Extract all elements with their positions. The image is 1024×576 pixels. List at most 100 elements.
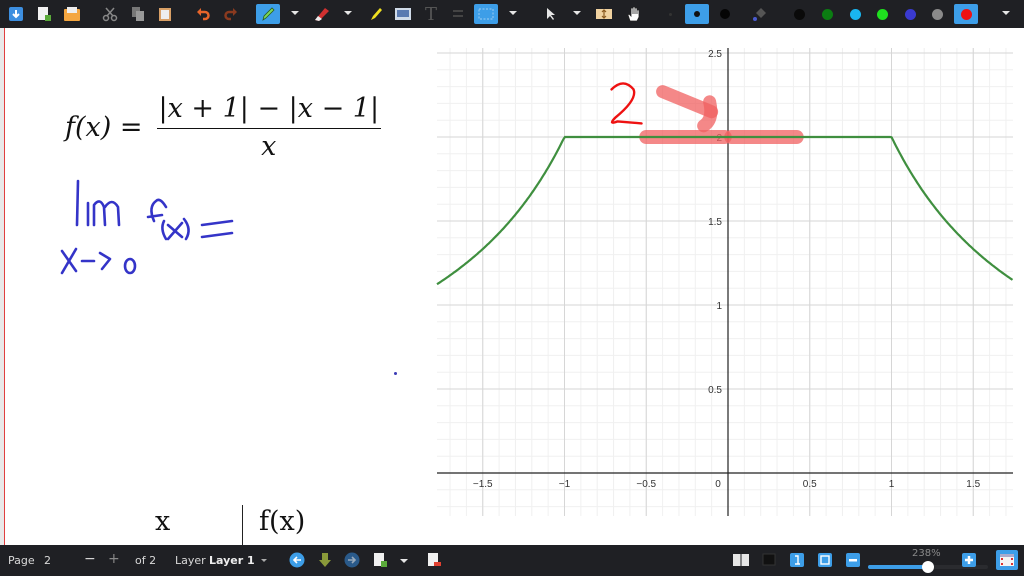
- highlight-annotations: [639, 85, 804, 144]
- y-tick-label: 2.5: [708, 49, 722, 60]
- x-tick-label: 0: [715, 479, 721, 490]
- zoom-out-icon: [846, 553, 860, 567]
- presentation-mode-button[interactable]: [760, 551, 778, 569]
- text-tool-button[interactable]: T: [421, 4, 441, 25]
- save-button[interactable]: [6, 4, 26, 24]
- dot-thick-icon: [720, 9, 730, 19]
- paint-bucket-icon: [753, 8, 766, 21]
- vertical-space-icon: [596, 9, 612, 19]
- insert-page-dropdown-caret[interactable]: [400, 559, 408, 563]
- arrow-left-circle-icon: [289, 552, 305, 568]
- zoom-out-button[interactable]: [844, 551, 862, 569]
- color-dark-green-button[interactable]: [817, 4, 837, 24]
- redo-icon: [224, 8, 237, 21]
- fill-button[interactable]: [750, 4, 770, 24]
- undo-button[interactable]: [193, 4, 213, 24]
- math-tool-button[interactable]: [448, 4, 468, 24]
- color-light-blue-button[interactable]: [845, 4, 865, 24]
- highlight-arrow-head: [697, 95, 718, 133]
- pen-tool-button[interactable]: [256, 4, 280, 24]
- pen-size-medium-button[interactable]: [685, 4, 709, 24]
- layer-select[interactable]: Layer 1: [209, 554, 255, 567]
- color-gray-button[interactable]: [927, 4, 947, 24]
- page-increment-button[interactable]: +: [108, 551, 120, 567]
- zoom-slider-handle[interactable]: [922, 561, 934, 573]
- color-green-button[interactable]: [872, 4, 892, 24]
- color-swatch-blue: [904, 8, 916, 20]
- copy-button[interactable]: [128, 4, 148, 24]
- color-blue-button[interactable]: [900, 4, 920, 24]
- insert-page-button[interactable]: [371, 551, 389, 569]
- two-page-view-button[interactable]: [732, 551, 750, 569]
- pointer-icon: [547, 8, 555, 20]
- book-icon: [733, 554, 749, 566]
- grid-minor: [437, 48, 1013, 516]
- color-swatch-black: [793, 8, 805, 20]
- page-decrement-button[interactable]: −: [84, 551, 96, 567]
- zoom-fit-button[interactable]: [816, 551, 834, 569]
- select-object-button[interactable]: [541, 4, 561, 24]
- delete-page-icon: [428, 553, 441, 566]
- dot-fine-icon: [668, 12, 672, 16]
- undo-icon: [197, 8, 210, 21]
- pen-size-fine-button[interactable]: [660, 4, 680, 24]
- function-graph: −1.5−1−0.500.511.50.511.522.5: [436, 48, 1014, 516]
- select-dropdown-caret[interactable]: [509, 11, 517, 15]
- color-swatch-red: [960, 8, 972, 20]
- eraser-tool-button[interactable]: [312, 4, 332, 24]
- copy-icon: [132, 7, 144, 21]
- color-black-button[interactable]: [789, 4, 809, 24]
- delete-page-button[interactable]: [425, 551, 443, 569]
- series-layer: [436, 135, 1014, 286]
- image-tool-button[interactable]: [393, 4, 413, 24]
- paste-icon: [159, 8, 171, 21]
- axes: [437, 48, 1013, 516]
- eraser-dropdown-caret[interactable]: [344, 11, 352, 15]
- pen-size-thick-button[interactable]: [715, 4, 735, 24]
- paste-button[interactable]: [155, 4, 175, 24]
- arrow-right-circle-icon: [344, 552, 360, 568]
- table-col-fx: f(x): [259, 506, 306, 537]
- image-icon: [395, 8, 411, 20]
- table-col-x: x: [155, 506, 171, 537]
- zoom-in-button[interactable]: [960, 551, 978, 569]
- page-number-input[interactable]: [40, 550, 74, 570]
- hand-icon: [627, 6, 640, 22]
- presentation-icon: [762, 553, 776, 566]
- new-page-icon: [38, 7, 51, 21]
- y-tick-label: 1.5: [708, 217, 722, 228]
- color-swatch-dark-green: [821, 8, 833, 20]
- open-button[interactable]: [62, 4, 82, 24]
- select-region-button[interactable]: [474, 4, 498, 24]
- zoom-slider-fill: [868, 565, 928, 569]
- page-canvas[interactable]: f(x) = |x + 1| − |x − 1| x −1.5 −1 −0.5 0 0.…: [0, 28, 1024, 545]
- previous-layer-button[interactable]: [288, 551, 306, 569]
- eraser-icon: [315, 8, 329, 21]
- table-divider: [242, 505, 243, 545]
- down-arrow-icon: [319, 553, 331, 567]
- redo-button[interactable]: [221, 4, 241, 24]
- y-tick-label: 1: [716, 301, 722, 312]
- main-toolbar: T: [0, 0, 1024, 28]
- x-tick-label: 0.5: [803, 479, 817, 490]
- cut-button[interactable]: [100, 4, 120, 24]
- vertical-space-button[interactable]: [594, 4, 614, 24]
- layer-dropdown-caret[interactable]: [261, 559, 267, 562]
- zoom-in-icon: [962, 553, 976, 567]
- highlighter-tool-button[interactable]: [366, 4, 386, 24]
- select-rect-icon: [478, 8, 494, 20]
- goto-page-button[interactable]: [316, 551, 334, 569]
- select-object-dropdown-caret[interactable]: [573, 11, 581, 15]
- next-layer-button[interactable]: [343, 551, 361, 569]
- hand-tool-button[interactable]: [623, 4, 643, 24]
- more-tools-caret[interactable]: [1002, 11, 1010, 15]
- color-red-button[interactable]: [954, 4, 978, 24]
- x-tick-label: 1: [889, 479, 895, 490]
- x-tick-label: −1.5: [473, 479, 493, 490]
- grid-major: [437, 48, 1013, 516]
- pen-dropdown-caret[interactable]: [291, 11, 299, 15]
- zoom-100-button[interactable]: [788, 551, 806, 569]
- fullscreen-button[interactable]: [996, 550, 1018, 570]
- x-tick-label: −0.5: [636, 479, 656, 490]
- new-page-button[interactable]: [34, 4, 54, 24]
